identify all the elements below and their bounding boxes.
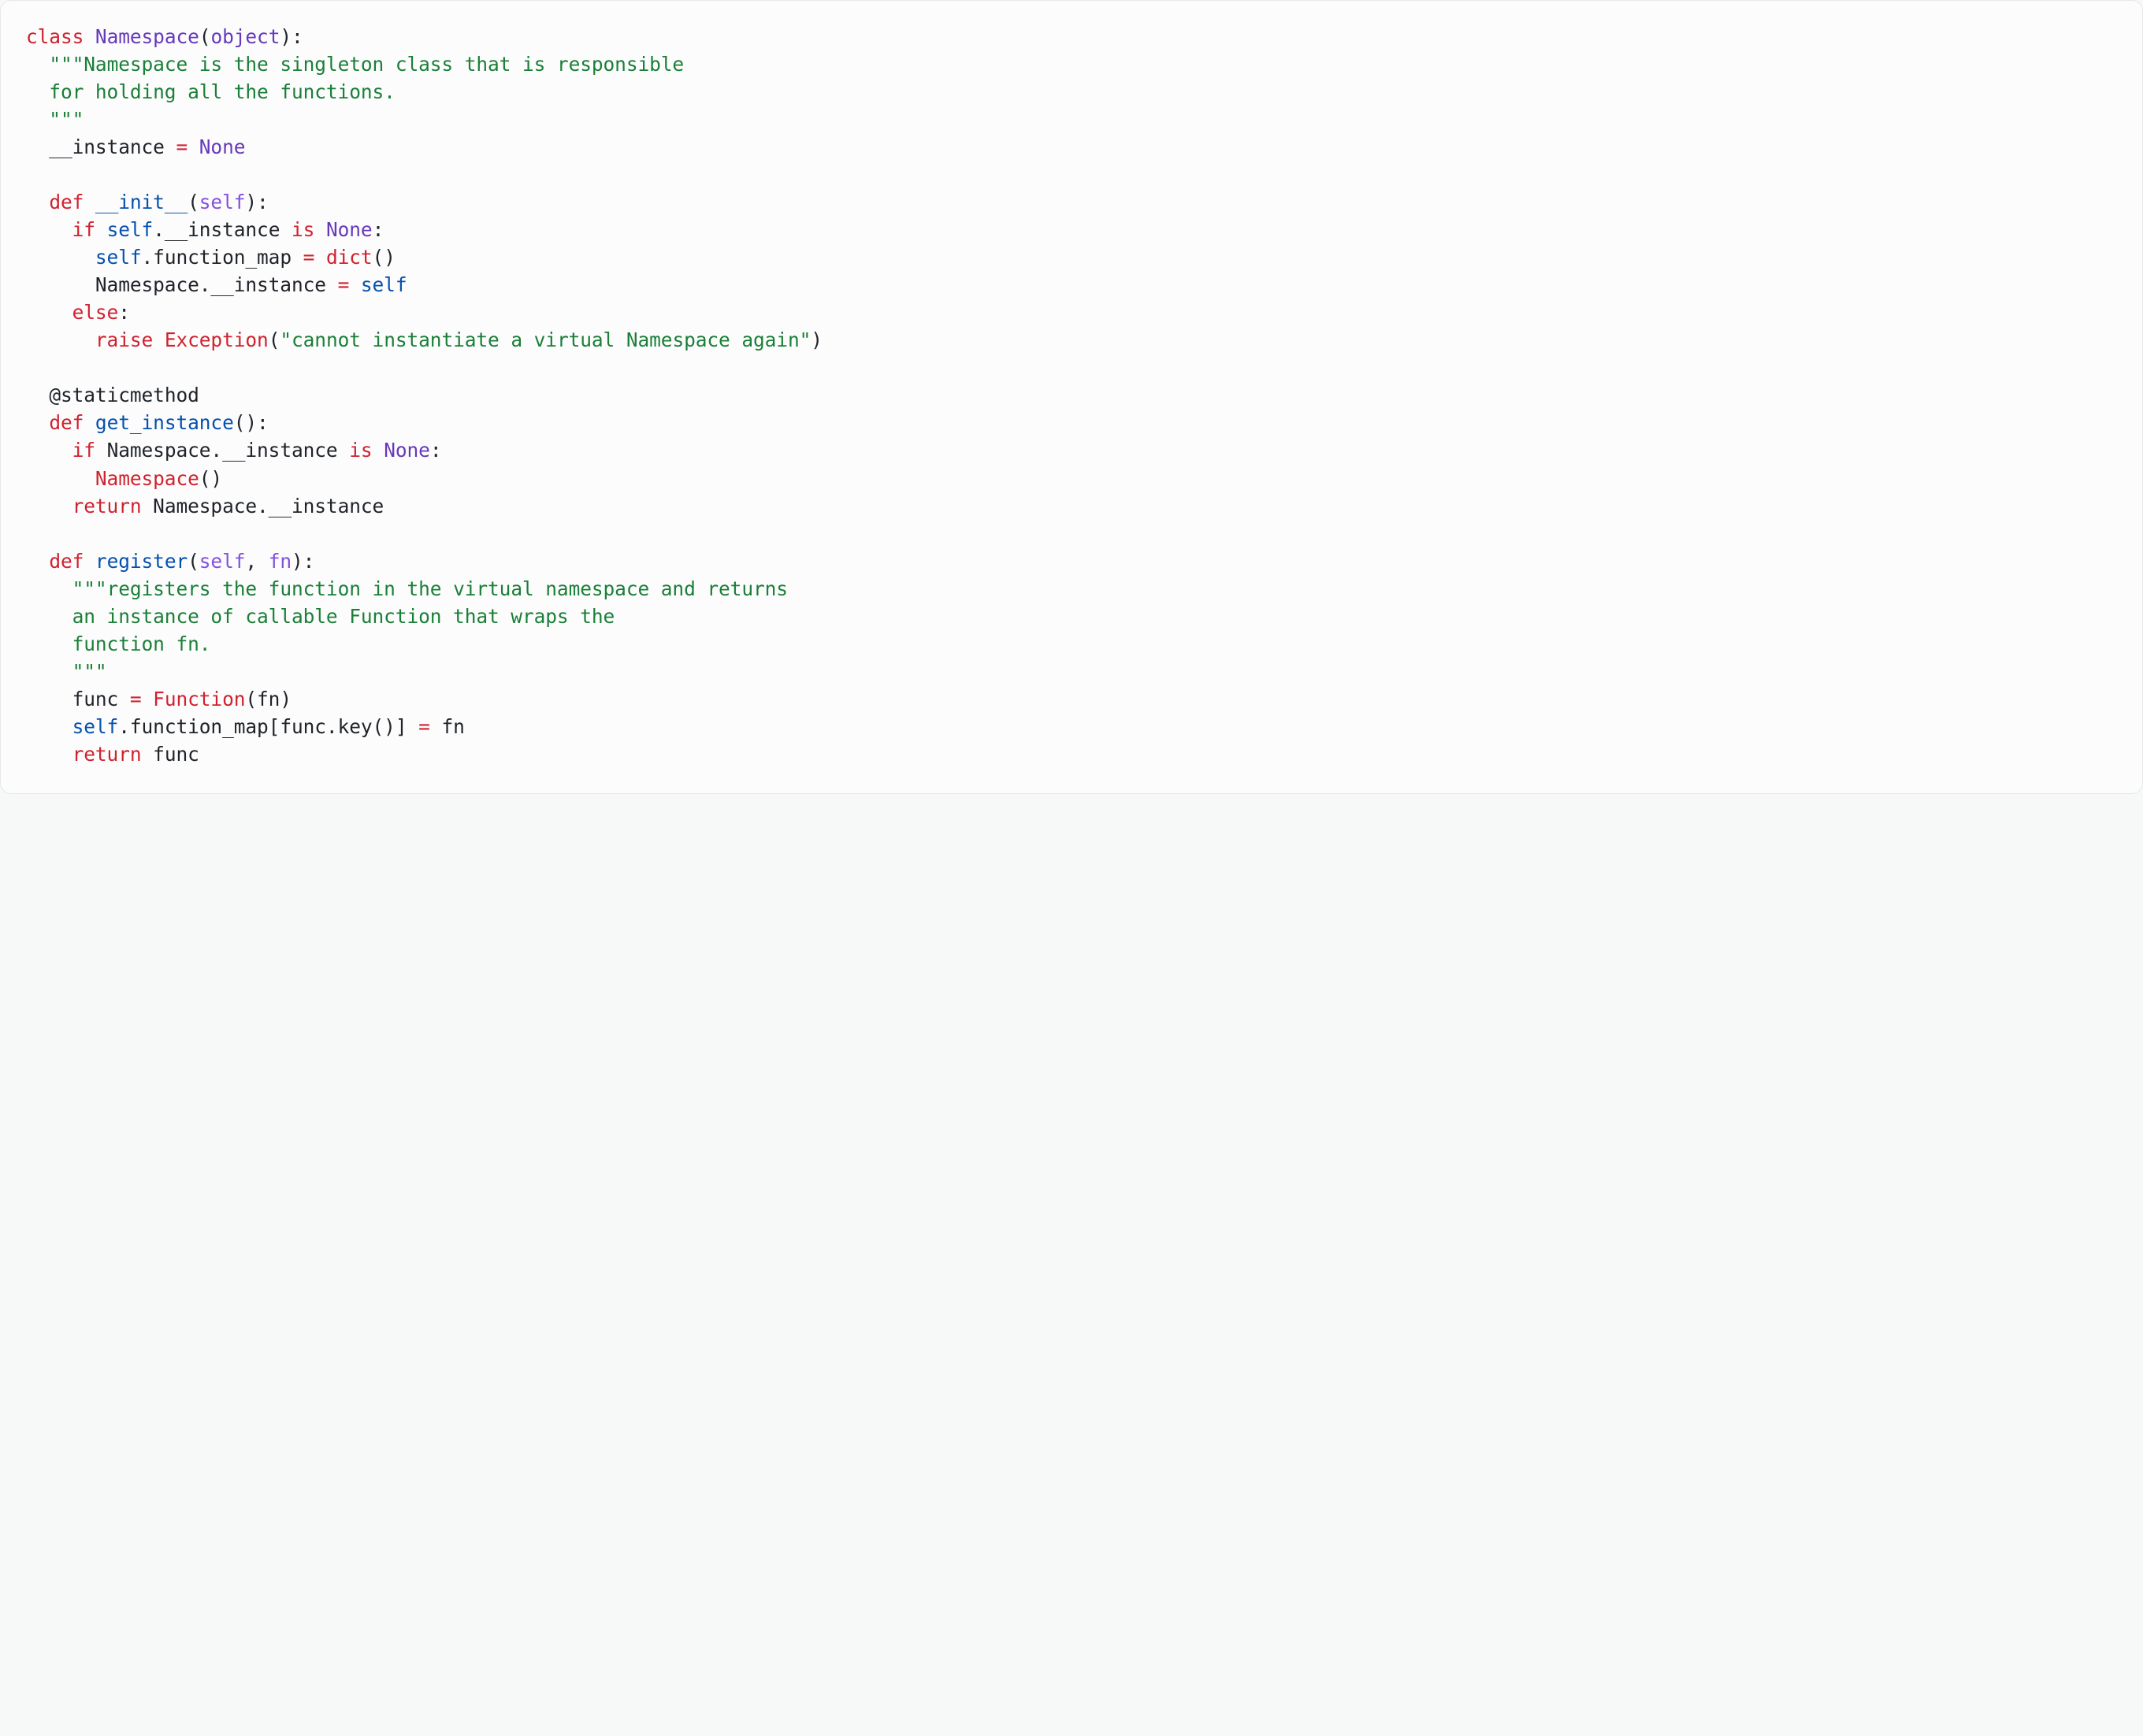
token-str: """Namespace is the singleton class that… <box>26 53 684 131</box>
token-kw: = <box>418 715 430 738</box>
token-kw: def <box>49 411 84 434</box>
token-call: dict <box>326 246 373 269</box>
token-bi: object <box>210 25 280 48</box>
code-block: class Namespace(object): """Namespace is… <box>0 0 2143 794</box>
token-kw: def <box>49 191 84 213</box>
token-kw: = <box>176 135 188 158</box>
token-kw: def <box>49 550 84 573</box>
token-kw: class <box>26 25 84 48</box>
token-deco: @staticmethod <box>49 384 199 406</box>
token-bi: None <box>384 439 430 462</box>
token-str: "cannot instantiate a virtual Namespace … <box>280 328 811 351</box>
token-bi: None <box>199 135 246 158</box>
token-call: Exception <box>165 328 269 351</box>
token-kw: is <box>349 439 372 462</box>
token-fn: self <box>95 246 142 269</box>
token-kw: return <box>72 743 142 766</box>
token-bi: None <box>326 218 373 241</box>
token-self: self <box>199 191 246 213</box>
token-fn: __init__ <box>95 191 188 213</box>
token-kw: if <box>72 218 95 241</box>
token-self: fn <box>269 550 292 573</box>
code-content: class Namespace(object): """Namespace is… <box>26 25 823 766</box>
token-kw: is <box>292 218 314 241</box>
token-kw: = <box>338 273 350 296</box>
token-fn: get_instance <box>95 411 234 434</box>
token-kw: else <box>72 301 119 324</box>
token-kw: = <box>130 688 142 710</box>
token-self: self <box>199 550 246 573</box>
token-fn: register <box>95 550 188 573</box>
token-kw: if <box>72 439 95 462</box>
token-call: Namespace <box>95 467 199 490</box>
token-kw: raise <box>95 328 153 351</box>
token-kw: return <box>72 495 142 517</box>
token-cls: Namespace <box>95 25 199 48</box>
token-fn: self <box>361 273 407 296</box>
token-kw: = <box>303 246 315 269</box>
token-str: """registers the function in the virtual… <box>26 577 788 683</box>
token-call: Function <box>153 688 245 710</box>
token-fn: self <box>107 218 154 241</box>
token-fn: self <box>72 715 119 738</box>
